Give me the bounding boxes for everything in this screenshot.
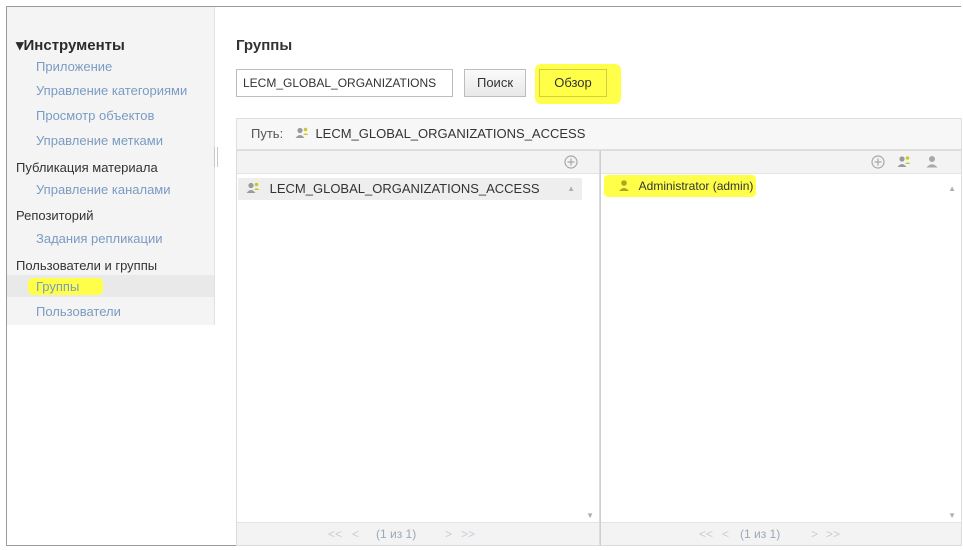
page-title: Группы: [236, 37, 293, 54]
path-bar: Путь: LECM_GLOBAL_ORGANIZATIONS_ACCESS: [236, 118, 962, 150]
member-row[interactable]: Administrator (admin): [604, 175, 756, 197]
sidebar-category-repository: Репозиторий: [16, 208, 94, 223]
pager-next[interactable]: >: [811, 523, 818, 545]
browse-button[interactable]: Обзор: [539, 69, 607, 97]
group-row[interactable]: LECM_GLOBAL_ORGANIZATIONS_ACCESS: [238, 178, 582, 200]
pager-info: (1 из 1): [376, 527, 417, 541]
search-input[interactable]: LECM_GLOBAL_ORGANIZATIONS: [236, 69, 453, 97]
members-panel: Administrator (admin) ▲ ▼ << < (1 из 1) …: [600, 150, 962, 546]
scroll-up-arrow-icon[interactable]: ▲: [567, 184, 575, 193]
groups-panel-header: [237, 151, 599, 174]
sidebar-category-publishing: Публикация материала: [16, 160, 158, 175]
sidebar-item-node-browser[interactable]: Просмотр объектов: [36, 108, 154, 123]
user-icon: [618, 176, 630, 198]
pager-first[interactable]: <<: [699, 523, 713, 545]
pager-info: (1 из 1): [740, 527, 781, 541]
path-label: Путь:: [251, 126, 284, 141]
search-button[interactable]: Поиск: [464, 69, 526, 97]
app-window: ▾Инструменты Приложение Управление катег…: [6, 6, 962, 546]
members-pager: << < (1 из 1) > >>: [601, 522, 961, 545]
member-row-label: Administrator (admin): [638, 179, 754, 193]
members-panel-header: [601, 151, 961, 174]
pager-first[interactable]: <<: [328, 523, 342, 545]
group-row-label: LECM_GLOBAL_ORGANIZATIONS_ACCESS: [269, 181, 540, 196]
path-value: LECM_GLOBAL_ORGANIZATIONS_ACCESS: [315, 126, 586, 141]
pager-last[interactable]: >>: [461, 523, 475, 545]
user-add-icon[interactable]: [925, 155, 939, 173]
scroll-down-arrow-icon[interactable]: ▼: [586, 511, 594, 520]
sidebar: ▾Инструменты Приложение Управление катег…: [7, 7, 215, 325]
sidebar-item-replication-jobs[interactable]: Задания репликации: [36, 231, 163, 246]
sidebar-category-users-groups: Пользователи и группы: [16, 258, 158, 273]
sidebar-root-tools[interactable]: ▾Инструменты: [16, 36, 125, 54]
pager-next[interactable]: >: [445, 523, 452, 545]
sidebar-item-groups[interactable]: Группы: [28, 278, 104, 295]
sidebar-item-application[interactable]: Приложение: [36, 59, 112, 74]
group-icon: [246, 179, 260, 201]
scroll-up-arrow-icon[interactable]: ▲: [948, 184, 956, 193]
sidebar-item-channel-manager[interactable]: Управление каналами: [36, 182, 171, 197]
sidebar-resize-handle[interactable]: [214, 147, 218, 167]
sidebar-item-category-manager[interactable]: Управление категориями: [36, 83, 187, 98]
scroll-down-arrow-icon[interactable]: ▼: [948, 511, 956, 520]
group-icon: [295, 120, 309, 150]
pager-prev[interactable]: <: [722, 523, 729, 545]
plus-circle-icon[interactable]: [871, 155, 885, 174]
sidebar-item-tag-manager[interactable]: Управление метками: [36, 133, 163, 148]
sidebar-item-users[interactable]: Пользователи: [36, 304, 121, 319]
groups-panel: LECM_GLOBAL_ORGANIZATIONS_ACCESS ▲ ▼ << …: [236, 150, 600, 546]
group-add-icon[interactable]: [897, 155, 911, 173]
pager-prev[interactable]: <: [352, 523, 359, 545]
groups-pager: << < (1 из 1) > >>: [237, 522, 599, 545]
plus-circle-icon[interactable]: [564, 155, 578, 174]
pager-last[interactable]: >>: [826, 523, 840, 545]
